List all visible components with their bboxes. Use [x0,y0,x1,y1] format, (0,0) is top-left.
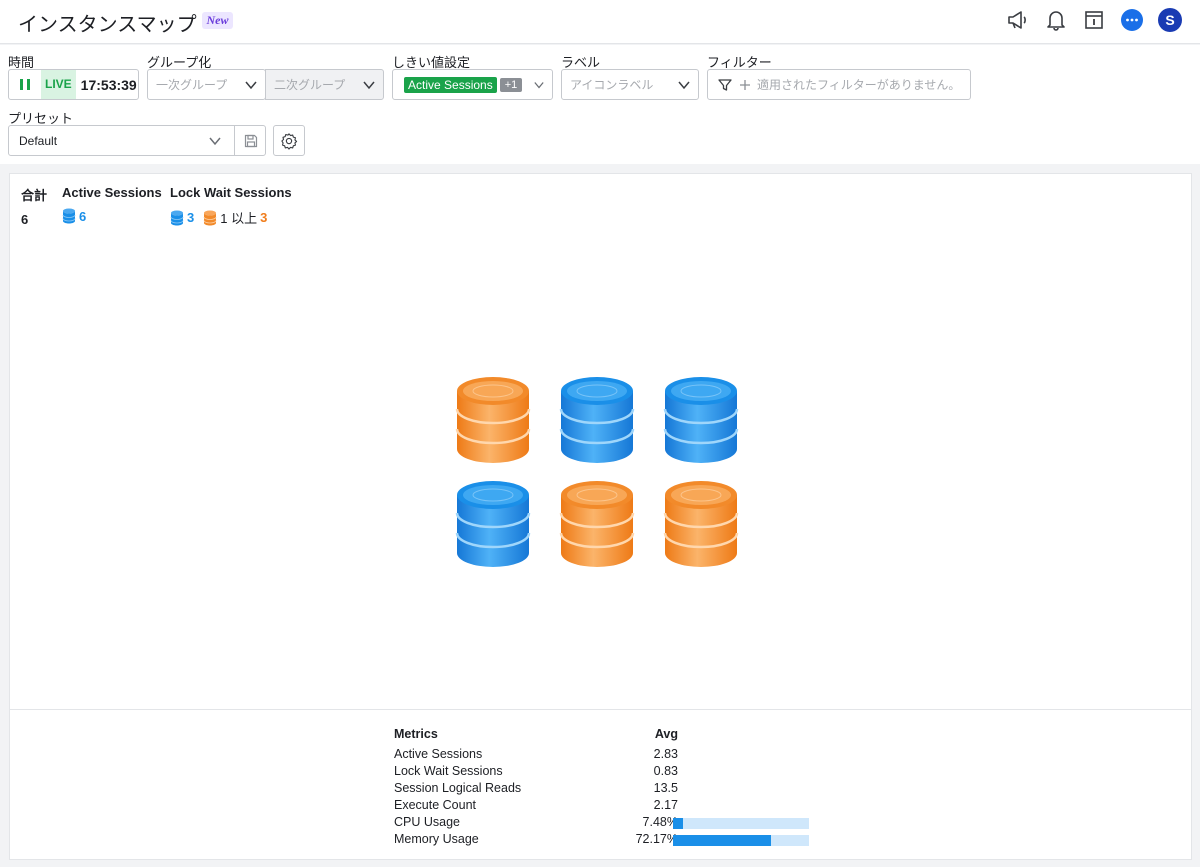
secondary-group-placeholder: 二次グループ [274,78,346,92]
preset-select[interactable]: Default [8,125,266,156]
primary-group-placeholder: 一次グループ [156,78,228,92]
summary-lockwait-blue-value: 3 [187,210,195,225]
megaphone-icon[interactable] [1006,8,1030,32]
user-avatar[interactable]: S [1158,8,1182,32]
database-orange-icon [559,481,635,567]
metric-name: Memory Usage [394,832,479,846]
chevron-down-icon [363,81,375,90]
info-panel-icon[interactable] [1082,8,1106,32]
metrics-table: Metrics Avg Active Sessions 2.83 Lock Wait… [394,727,814,849]
metric-avg: 2.17 [653,798,678,812]
metrics-row: Execute Count 2.17 [394,798,814,815]
settings-button[interactable] [273,125,305,156]
live-clock: 17:53:39 [80,76,137,93]
gear-icon [281,132,298,150]
threshold-tag: Active Sessions [404,76,497,93]
preset-value: Default [19,133,58,148]
metric-name: Session Logical Reads [394,781,522,795]
filter-icon [718,78,732,91]
summary-active-label: Active Sessions [62,185,162,200]
secondary-group-select[interactable]: 二次グループ [265,69,384,100]
metric-name: Lock Wait Sessions [394,764,503,778]
filter-placeholder: 適用されたフィルターがありません。 [757,78,961,92]
metric-usage-bar [673,818,809,829]
database-orange-icon [203,210,217,225]
database-blue-icon [62,208,76,224]
database-blue-icon [559,377,635,463]
chat-icon[interactable] [1120,8,1144,32]
filter-input[interactable]: 適用されたフィルターがありません。 [707,69,971,100]
metric-avg: 2.83 [653,747,678,761]
metric-usage-bar [673,835,809,846]
metric-usage-bar-fill [673,835,772,846]
chevron-down-icon [534,82,544,89]
metrics-row: Session Logical Reads 13.5 [394,781,814,798]
metric-name: Active Sessions [394,747,483,761]
summary-active: Active Sessions 6 [62,185,162,224]
metrics-row: CPU Usage 7.48% [394,815,814,832]
bell-icon[interactable] [1044,8,1068,32]
summary-active-value: 6 [79,208,87,224]
database-orange-icon [455,377,531,463]
instance-map-panel: 合計 6 Active Sessions 6 Lock Wait Session… [9,173,1192,860]
live-badge: LIVE [41,70,76,99]
instance-node-blue[interactable] [455,479,531,569]
icon-label-select[interactable]: アイコンラベル [561,69,699,100]
database-blue-icon [170,210,184,225]
metrics-header-avg: Avg [654,727,678,741]
threshold-select[interactable]: Active Sessions +1 [392,69,553,100]
instance-node-blue[interactable] [663,375,739,465]
instance-node-orange[interactable] [559,479,635,569]
icon-label-placeholder: アイコンラベル [570,78,654,92]
metrics-header-row: Metrics Avg [394,727,814,747]
summary-lockwait-label: Lock Wait Sessions [170,185,292,200]
primary-group-select[interactable]: 一次グループ [147,69,266,100]
summary-lockwait-threshold: 1 以上 [220,211,258,226]
chevron-down-icon [209,137,221,146]
metrics-divider [10,709,1191,710]
summary-total-label: 合計 [21,188,48,203]
database-orange-icon [663,481,739,567]
instance-node-orange[interactable] [455,375,531,465]
save-icon [244,134,257,147]
metric-name: CPU Usage [394,815,460,829]
instance-node-blue[interactable] [559,375,635,465]
summary-total: 合計 6 [21,185,47,227]
metric-avg: 7.48% [642,815,678,829]
metrics-row: Active Sessions 2.83 [394,747,814,764]
metric-avg: 13.5 [653,781,678,795]
chevron-down-icon [678,81,690,90]
page-title: インスタンスマップ [18,14,197,36]
threshold-more-tag: +1 [499,77,523,92]
save-preset-button[interactable] [234,125,266,156]
database-blue-icon [455,481,531,567]
metric-usage-bar-fill [673,818,684,829]
metric-name: Execute Count [394,798,476,812]
metrics-header-name: Metrics [394,727,438,741]
top-icons: S [1006,8,1182,32]
top-bar: インスタンスマップ New S [0,0,1200,44]
pause-icon[interactable] [9,70,41,99]
summary-lockwait: Lock Wait Sessions 3 1 以上 3 [170,185,292,227]
instance-node-orange[interactable] [663,479,739,569]
live-time-control[interactable]: LIVE 17:53:39 [8,69,139,100]
summary-total-value: 6 [21,212,29,227]
summary-lockwait-orange-value: 3 [260,210,268,225]
instance-grid [455,375,741,571]
plus-icon[interactable] [739,79,751,91]
filter-toolbar: 時間 LIVE 17:53:39 グループ化 一次グループ 二次グループ しきい… [0,45,1200,164]
metrics-row: Lock Wait Sessions 0.83 [394,764,814,781]
new-badge: New [202,12,233,29]
metric-avg: 72.17% [635,832,678,846]
database-blue-icon [663,377,739,463]
metrics-row: Memory Usage 72.17% [394,832,814,849]
metric-avg: 0.83 [653,764,678,778]
chevron-down-icon [245,81,257,90]
